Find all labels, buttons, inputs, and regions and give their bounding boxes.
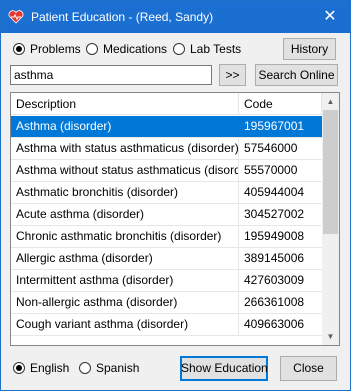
search-input[interactable]: asthma xyxy=(10,65,212,85)
title-bar[interactable]: Patient Education - (Reed, Sandy) ✕ xyxy=(1,1,350,33)
close-button[interactable]: Close xyxy=(280,356,337,381)
heart-app-icon xyxy=(8,10,24,24)
scroll-up-icon[interactable]: ▲ xyxy=(322,93,339,110)
radio-english[interactable]: English xyxy=(13,360,69,376)
radio-unselected-icon xyxy=(79,362,91,374)
radio-english-label: English xyxy=(30,361,70,375)
row-description: Asthmatic bronchitis (disorder) xyxy=(11,182,239,203)
list-row[interactable]: Allergic asthma (disorder) 389145006 xyxy=(11,248,322,270)
list-row[interactable]: Cough variant asthma (disorder) 40966300… xyxy=(11,314,322,336)
list-row[interactable]: Intermittent asthma (disorder) 427603009 xyxy=(11,270,322,292)
scroll-down-icon[interactable]: ▼ xyxy=(322,328,339,345)
radio-lab-tests[interactable]: Lab Tests xyxy=(173,41,241,57)
scrollbar-thumb[interactable] xyxy=(323,110,338,234)
history-button[interactable]: History xyxy=(283,38,336,60)
row-code: 57546000 xyxy=(244,141,298,155)
results-list[interactable]: Description Code Asthma (disorder) 19596… xyxy=(10,92,340,346)
row-description: Asthma without status asthmaticus (disor… xyxy=(11,160,239,181)
row-description: Chronic asthmatic bronchitis (disorder) xyxy=(11,226,239,247)
radio-selected-icon xyxy=(13,43,25,55)
radio-spanish-label: Spanish xyxy=(96,361,140,375)
list-rows: Asthma (disorder) 195967001 Asthma with … xyxy=(11,116,322,345)
patient-education-window: Patient Education - (Reed, Sandy) ✕ Prob… xyxy=(0,0,351,391)
vertical-scrollbar[interactable]: ▲ ▼ xyxy=(322,93,339,345)
window-title: Patient Education - (Reed, Sandy) xyxy=(31,10,214,24)
column-header-code[interactable]: Code xyxy=(239,93,322,115)
search-online-button[interactable]: Search Online xyxy=(255,64,338,86)
radio-problems[interactable]: Problems xyxy=(13,41,81,57)
list-row[interactable]: Non-allergic asthma (disorder) 266361008 xyxy=(11,292,322,314)
row-description: Non-allergic asthma (disorder) xyxy=(11,292,239,313)
list-row[interactable]: Asthma with status asthmaticus (disorder… xyxy=(11,138,322,160)
radio-unselected-icon xyxy=(173,43,185,55)
row-code: 389145006 xyxy=(244,251,305,265)
radio-spanish[interactable]: Spanish xyxy=(79,360,139,376)
show-education-button[interactable]: Show Education xyxy=(180,356,268,381)
row-description: Allergic asthma (disorder) xyxy=(11,248,239,269)
row-code: 55570000 xyxy=(244,163,298,177)
row-description: Asthma with status asthmaticus (disorder… xyxy=(11,138,239,159)
close-window-icon[interactable]: ✕ xyxy=(310,1,350,33)
list-row-partial[interactable] xyxy=(11,336,322,345)
row-code: 409663006 xyxy=(244,317,305,331)
list-header: Description Code xyxy=(11,93,322,115)
list-row[interactable]: Asthmatic bronchitis (disorder) 40594400… xyxy=(11,182,322,204)
radio-unselected-icon xyxy=(86,43,98,55)
list-row[interactable]: Chronic asthmatic bronchitis (disorder) … xyxy=(11,226,322,248)
row-description: Intermittent asthma (disorder) xyxy=(11,270,239,291)
row-code: 195967001 xyxy=(244,119,305,133)
row-description: Asthma (disorder) xyxy=(11,116,239,137)
row-description: Acute asthma (disorder) xyxy=(11,204,239,225)
row-code: 405944004 xyxy=(244,185,305,199)
radio-medications[interactable]: Medications xyxy=(86,41,167,57)
row-code: 304527002 xyxy=(244,207,305,221)
radio-selected-icon xyxy=(13,362,25,374)
row-code: 427603009 xyxy=(244,273,305,287)
column-header-description[interactable]: Description xyxy=(11,93,239,115)
list-row[interactable]: Asthma without status asthmaticus (disor… xyxy=(11,160,322,182)
radio-problems-label: Problems xyxy=(30,42,81,56)
row-description: Cough variant asthma (disorder) xyxy=(11,314,239,335)
list-row[interactable]: Asthma (disorder) 195967001 xyxy=(11,116,322,138)
go-button[interactable]: >> xyxy=(219,64,246,86)
row-code: 266361008 xyxy=(244,295,305,309)
row-code: 195949008 xyxy=(244,229,305,243)
list-row[interactable]: Acute asthma (disorder) 304527002 xyxy=(11,204,322,226)
radio-medications-label: Medications xyxy=(103,42,168,56)
radio-lab-tests-label: Lab Tests xyxy=(190,42,242,56)
